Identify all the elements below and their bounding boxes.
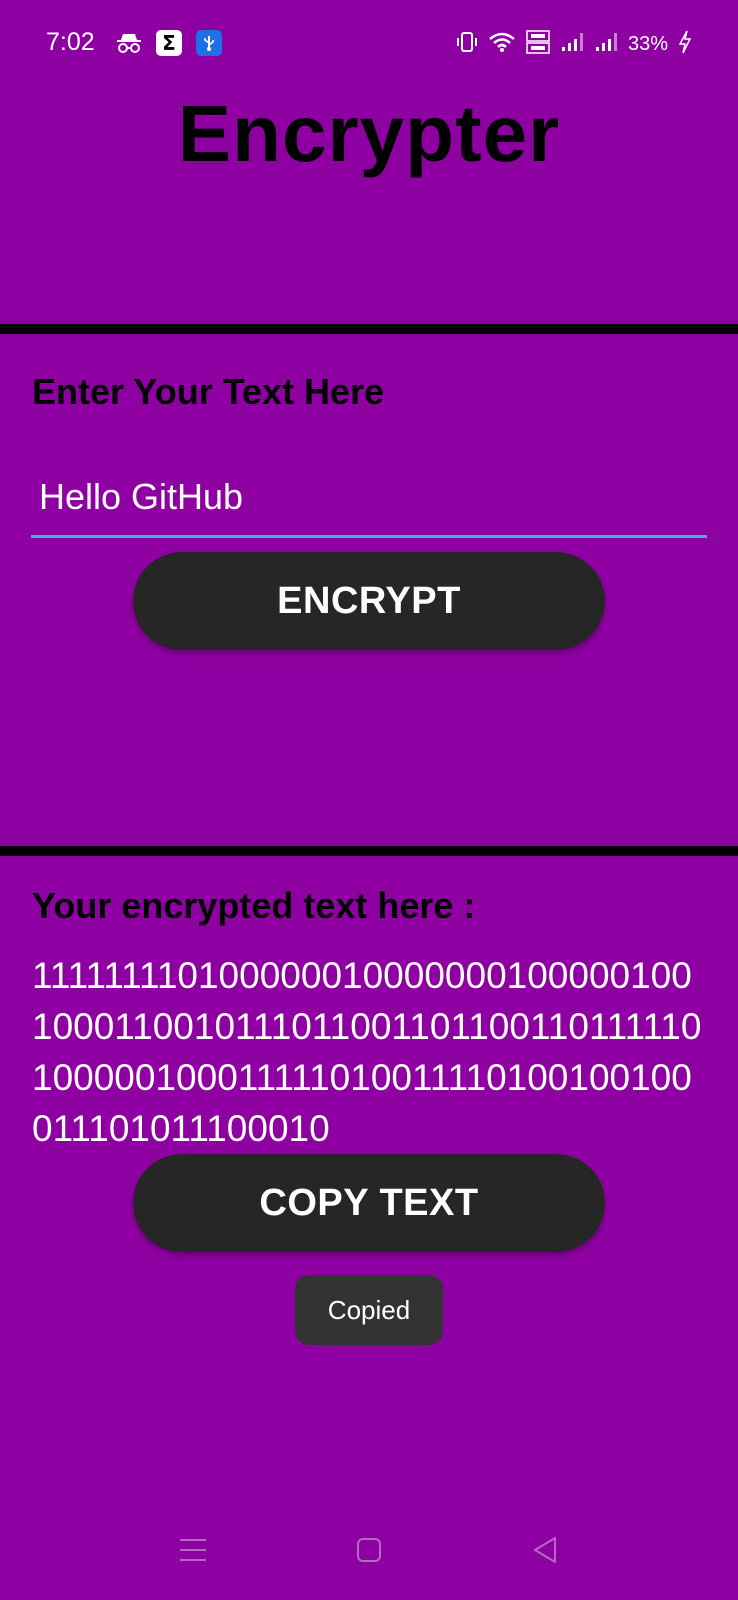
usb-icon [196,30,222,56]
navigation-bar [0,1500,738,1600]
menu-icon[interactable] [173,1530,213,1570]
copied-toast: Copied [295,1275,443,1345]
app-title: Encrypter [177,89,561,178]
encrypt-button[interactable]: ENCRYPT [133,552,605,650]
battery-percent: 33% [627,33,668,55]
status-left-icons: Σ [116,30,222,56]
wifi-icon [488,31,516,58]
signal-icon-2 [594,31,618,58]
status-right-icons: 33% [456,30,692,59]
input-label: Enter Your Text Here [32,371,385,412]
charging-icon [678,30,692,59]
status-time: 7:02 [46,28,95,56]
signal-icon [560,31,584,58]
back-icon[interactable] [525,1530,565,1570]
encrypted-output-text: 1111111101000000100000001000001001000110… [32,955,702,1149]
text-input[interactable] [31,458,707,538]
output-label: Your encrypted text here : [32,885,476,926]
incognito-icon [116,30,142,56]
volte-icon [526,30,550,59]
sigma-app-icon: Σ [156,30,182,56]
section-divider-top [0,324,738,334]
home-icon[interactable] [349,1530,389,1570]
status-bar: 7:02 Σ 33% [0,0,738,90]
vibrate-icon [456,30,478,59]
copy-text-button[interactable]: COPY TEXT [133,1154,605,1252]
section-divider-bottom [0,846,738,856]
